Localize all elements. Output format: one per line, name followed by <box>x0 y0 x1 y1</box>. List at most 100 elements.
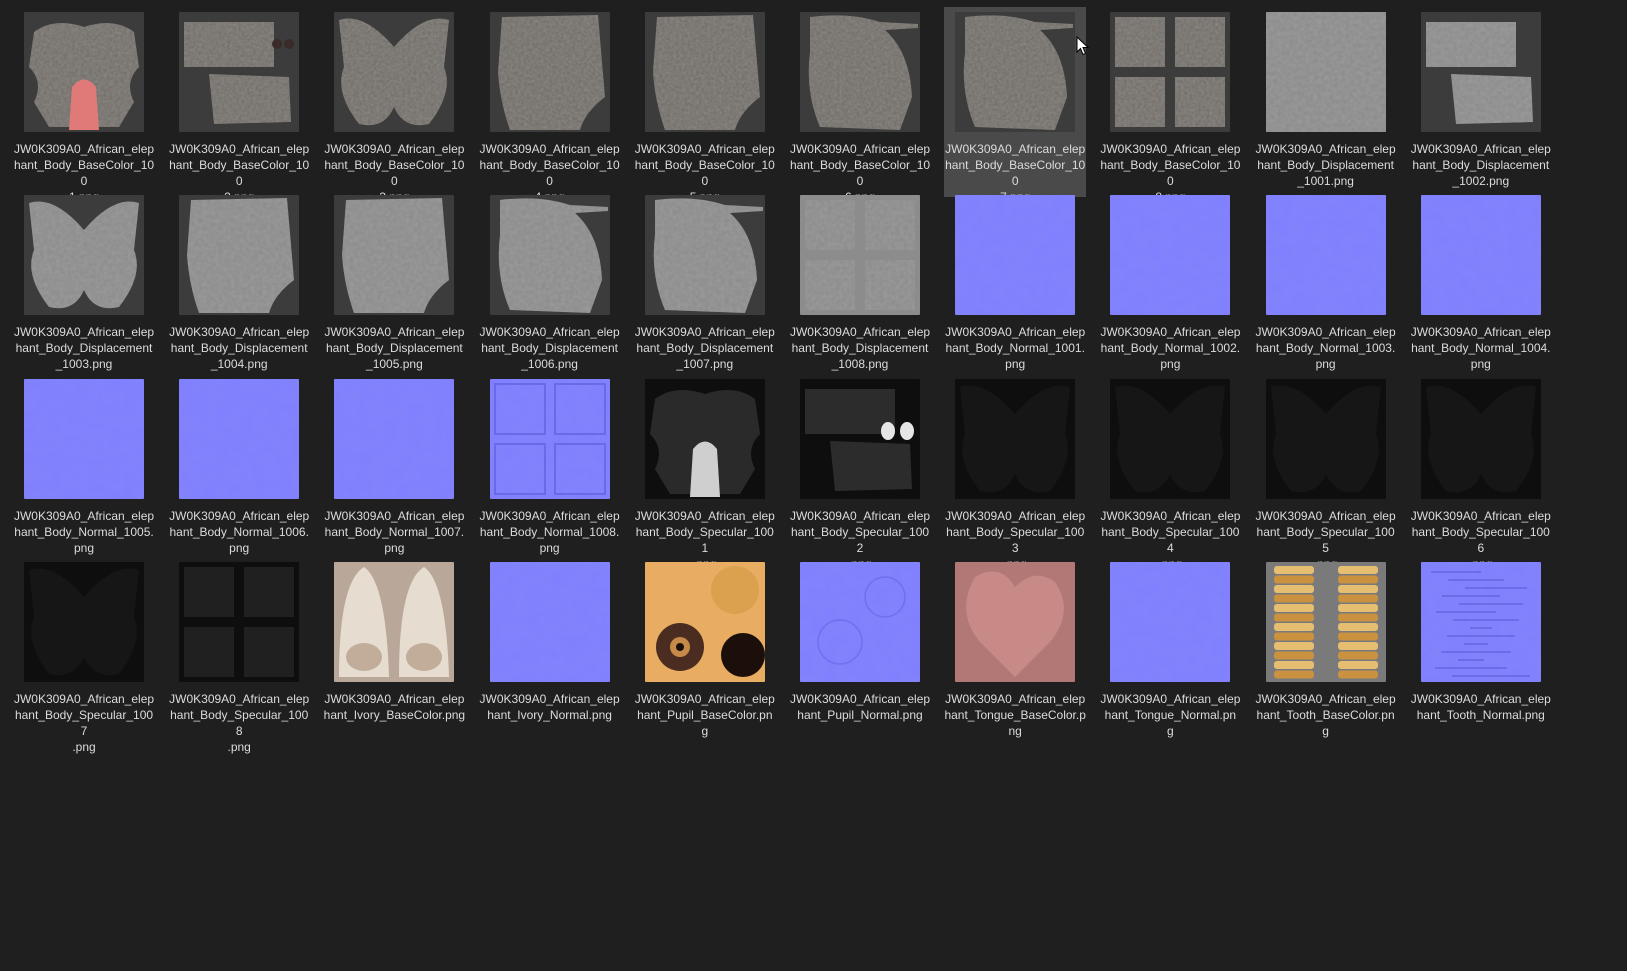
file-thumbnail[interactable] <box>489 378 610 499</box>
file-thumbnail[interactable] <box>1110 561 1231 682</box>
file-item[interactable]: JW0K309A0_African_elep hant_Body_Displac… <box>1255 7 1397 197</box>
file-thumbnail[interactable] <box>1265 378 1386 499</box>
file-name-label: JW0K309A0_African_elep hant_Body_Normal_… <box>13 508 155 555</box>
file-thumbnail[interactable] <box>489 561 610 682</box>
file-thumbnail[interactable] <box>1265 195 1386 316</box>
file-item[interactable]: JW0K309A0_African_elep hant_Body_Displac… <box>789 190 931 380</box>
file-item[interactable]: JW0K309A0_African_elep hant_Body_BaseCol… <box>634 7 776 204</box>
file-name-label: JW0K309A0_African_elep hant_Body_Displac… <box>634 325 775 372</box>
file-thumbnail[interactable] <box>24 378 144 499</box>
file-thumbnail[interactable] <box>800 12 920 132</box>
file-thumbnail[interactable] <box>1110 12 1231 132</box>
file-item[interactable]: JW0K309A0_African_elep hant_Body_BaseCol… <box>168 7 310 204</box>
file-thumbnail[interactable] <box>1420 12 1541 132</box>
file-thumbnail[interactable] <box>1420 195 1541 316</box>
file-item[interactable]: JW0K309A0_African_elep hant_Tongue_BaseC… <box>944 557 1086 747</box>
file-name-label: JW0K309A0_African_elep hant_Ivory_Normal… <box>479 691 620 722</box>
file-thumbnail[interactable] <box>334 195 455 316</box>
mouse-cursor-icon <box>1076 36 1090 56</box>
file-item[interactable]: JW0K309A0_African_elep hant_Body_Normal_… <box>323 374 465 564</box>
file-thumbnail[interactable] <box>644 195 765 316</box>
file-thumbnail[interactable] <box>955 378 1076 499</box>
file-item[interactable]: JW0K309A0_African_elep hant_Body_Specula… <box>13 557 155 754</box>
file-item[interactable]: JW0K309A0_African_elep hant_Body_Specula… <box>1255 374 1397 571</box>
file-name-label: JW0K309A0_African_elep hant_Body_Normal_… <box>1410 325 1551 372</box>
file-name-label: JW0K309A0_African_elep hant_Body_Displac… <box>1255 142 1396 188</box>
file-thumbnail[interactable] <box>334 378 455 499</box>
file-thumbnail[interactable] <box>800 378 920 499</box>
file-thumbnail[interactable] <box>179 378 300 499</box>
file-name-label: JW0K309A0_African_elep hant_Body_Displac… <box>324 325 465 372</box>
file-item[interactable]: JW0K309A0_African_elep hant_Body_BaseCol… <box>944 7 1087 204</box>
file-name-label: JW0K309A0_African_elep hant_Body_Specula… <box>169 691 310 754</box>
file-thumbnail[interactable] <box>1110 378 1231 499</box>
file-item[interactable]: JW0K309A0_African_elep hant_Body_Normal_… <box>1410 190 1552 380</box>
file-item[interactable]: JW0K309A0_African_elep hant_Body_Displac… <box>634 190 776 380</box>
file-thumbnail[interactable] <box>179 195 300 316</box>
file-item[interactable]: JW0K309A0_African_elep hant_Pupil_Normal… <box>789 557 931 747</box>
file-item[interactable]: JW0K309A0_African_elep hant_Body_Displac… <box>323 190 465 380</box>
file-thumbnail[interactable] <box>179 12 300 132</box>
file-thumbnail[interactable] <box>489 12 610 132</box>
file-thumbnail[interactable] <box>1265 12 1386 132</box>
file-thumbnail[interactable] <box>24 195 144 316</box>
file-item[interactable]: JW0K309A0_African_elep hant_Tongue_Norma… <box>1099 557 1241 747</box>
file-name-label: JW0K309A0_African_elep hant_Body_Specula… <box>13 691 155 754</box>
file-thumbnail[interactable] <box>955 12 1076 132</box>
file-item[interactable]: JW0K309A0_African_elep hant_Body_Specula… <box>789 374 931 571</box>
file-name-label: JW0K309A0_African_elep hant_Body_Normal_… <box>1255 325 1396 372</box>
file-item[interactable]: JW0K309A0_African_elep hant_Body_Displac… <box>13 190 155 380</box>
file-thumbnail[interactable] <box>644 378 765 499</box>
file-item[interactable]: JW0K309A0_African_elep hant_Body_BaseCol… <box>1099 7 1241 204</box>
file-name-label: JW0K309A0_African_elep hant_Body_Displac… <box>789 325 931 372</box>
file-thumbnail[interactable] <box>1420 378 1541 499</box>
file-thumbnail[interactable] <box>1110 195 1231 316</box>
file-name-label: JW0K309A0_African_elep hant_Body_Normal_… <box>945 325 1086 372</box>
file-thumbnail[interactable] <box>955 561 1076 682</box>
file-thumbnail[interactable] <box>800 561 920 682</box>
file-thumbnail[interactable] <box>1420 561 1541 682</box>
file-thumbnail[interactable] <box>24 12 144 132</box>
file-item[interactable]: JW0K309A0_African_elep hant_Tooth_BaseCo… <box>1255 557 1397 747</box>
file-thumbnail[interactable] <box>334 561 455 682</box>
file-item[interactable]: JW0K309A0_African_elep hant_Body_Specula… <box>168 557 310 754</box>
file-thumbnail[interactable] <box>24 561 144 682</box>
file-name-label: JW0K309A0_African_elep hant_Pupil_Normal… <box>789 691 931 722</box>
file-item[interactable]: JW0K309A0_African_elep hant_Body_BaseCol… <box>13 7 155 204</box>
file-item[interactable]: JW0K309A0_African_elep hant_Body_Specula… <box>1410 374 1552 571</box>
file-name-label: JW0K309A0_African_elep hant_Body_Normal_… <box>169 508 310 555</box>
file-thumbnail[interactable] <box>800 195 920 316</box>
file-thumbnail[interactable] <box>334 12 455 132</box>
file-item[interactable]: JW0K309A0_African_elep hant_Body_BaseCol… <box>323 7 465 204</box>
file-thumbnail[interactable] <box>179 561 300 682</box>
file-name-label: JW0K309A0_African_elep hant_Body_Normal_… <box>1100 325 1241 372</box>
file-thumbnail[interactable] <box>1265 561 1386 682</box>
file-item[interactable]: JW0K309A0_African_elep hant_Body_Specula… <box>1099 374 1241 571</box>
file-item[interactable]: JW0K309A0_African_elep hant_Body_Normal_… <box>168 374 310 564</box>
file-item[interactable]: JW0K309A0_African_elep hant_Body_Specula… <box>634 374 776 571</box>
file-item[interactable]: JW0K309A0_African_elep hant_Ivory_Normal… <box>479 557 621 747</box>
file-name-label: JW0K309A0_African_elep hant_Body_Displac… <box>1410 142 1551 188</box>
file-item[interactable]: JW0K309A0_African_elep hant_Pupil_BaseCo… <box>634 557 776 747</box>
file-name-label: JW0K309A0_African_elep hant_Body_Normal_… <box>324 508 465 555</box>
file-thumbnail-grid: JW0K309A0_African_elep hant_Body_BaseCol… <box>0 0 1627 971</box>
file-item[interactable]: JW0K309A0_African_elep hant_Body_Displac… <box>1410 7 1552 197</box>
file-item[interactable]: JW0K309A0_African_elep hant_Body_Normal_… <box>944 190 1086 380</box>
file-item[interactable]: JW0K309A0_African_elep hant_Body_BaseCol… <box>479 7 621 204</box>
file-item[interactable]: JW0K309A0_African_elep hant_Body_Displac… <box>168 190 310 380</box>
file-thumbnail[interactable] <box>644 12 765 132</box>
file-item[interactable]: JW0K309A0_African_elep hant_Body_Normal_… <box>1099 190 1241 380</box>
file-item[interactable]: JW0K309A0_African_elep hant_Body_Normal_… <box>479 374 621 564</box>
file-item[interactable]: JW0K309A0_African_elep hant_Body_BaseCol… <box>789 7 931 204</box>
file-item[interactable]: JW0K309A0_African_elep hant_Tooth_Normal… <box>1410 557 1552 747</box>
file-item[interactable]: JW0K309A0_African_elep hant_Body_Normal_… <box>13 374 155 564</box>
file-name-label: JW0K309A0_African_elep hant_Tongue_Norma… <box>1100 691 1241 738</box>
file-thumbnail[interactable] <box>955 195 1076 316</box>
file-item[interactable]: JW0K309A0_African_elep hant_Body_Specula… <box>944 374 1086 571</box>
file-thumbnail[interactable] <box>489 195 610 316</box>
file-item[interactable]: JW0K309A0_African_elep hant_Ivory_BaseCo… <box>323 557 465 747</box>
file-name-label: JW0K309A0_African_elep hant_Tooth_Normal… <box>1410 691 1551 722</box>
file-item[interactable]: JW0K309A0_African_elep hant_Body_Displac… <box>479 190 621 380</box>
file-thumbnail[interactable] <box>644 561 765 682</box>
file-item[interactable]: JW0K309A0_African_elep hant_Body_Normal_… <box>1255 190 1397 380</box>
